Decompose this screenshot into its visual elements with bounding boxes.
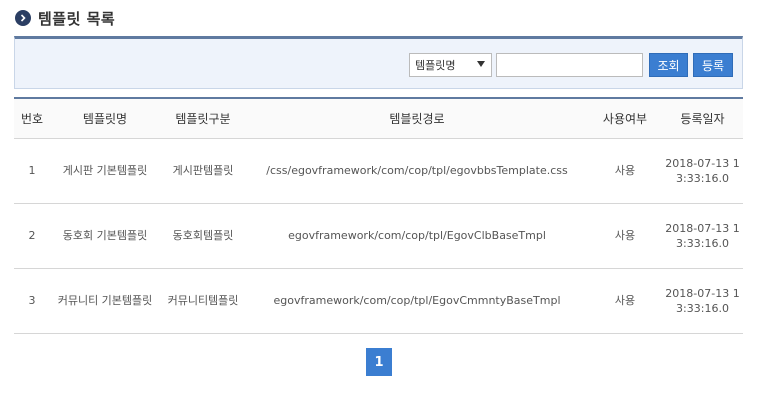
- cell-type: 커뮤니티템플릿: [160, 268, 246, 334]
- search-keyword-input[interactable]: [496, 53, 643, 77]
- cell-path: egovframework/com/cop/tpl/EgovClbBaseTmp…: [246, 203, 588, 269]
- search-panel: 템플릿명 조회 등록: [14, 36, 743, 89]
- cell-name[interactable]: 게시판 기본템플릿: [50, 138, 160, 204]
- cell-date: 2018-07-13 13:33:16.0: [662, 203, 743, 269]
- column-header-type: 템플릿구분: [160, 97, 246, 139]
- cell-no: 2: [14, 203, 50, 269]
- search-condition-select[interactable]: 템플릿명: [409, 53, 492, 77]
- cell-no: 1: [14, 138, 50, 204]
- cell-date: 2018-07-13 13:33:16.0: [662, 268, 743, 334]
- column-header-name: 템플릿명: [50, 97, 160, 139]
- cell-use: 사용: [588, 138, 662, 204]
- page-number-current[interactable]: 1: [366, 348, 392, 376]
- page-header: 템플릿 목록: [15, 8, 115, 28]
- table-row[interactable]: 1 게시판 기본템플릿 게시판템플릿 /css/egovframework/co…: [14, 138, 743, 204]
- chevron-down-icon: [477, 61, 485, 67]
- template-table: 번호 템플릿명 템플릿구분 템블릿경로 사용여부 등록일자 1 게시판 기본템플…: [14, 97, 743, 334]
- cell-path: egovframework/com/cop/tpl/EgovCmmntyBase…: [246, 268, 588, 334]
- cell-use: 사용: [588, 203, 662, 269]
- cell-name[interactable]: 커뮤니티 기본템플릿: [50, 268, 160, 334]
- cell-path: /css/egovframework/com/cop/tpl/egovbbsTe…: [246, 138, 588, 204]
- column-header-date: 등록일자: [662, 97, 743, 139]
- search-button[interactable]: 조회: [649, 53, 688, 77]
- column-header-no: 번호: [14, 97, 50, 139]
- cell-no: 3: [14, 268, 50, 334]
- table-row[interactable]: 2 동호회 기본템플릿 동호회템플릿 egovframework/com/cop…: [14, 203, 743, 269]
- register-button[interactable]: 등록: [693, 53, 733, 77]
- cell-type: 게시판템플릿: [160, 138, 246, 204]
- column-header-use: 사용여부: [588, 97, 662, 139]
- cell-name[interactable]: 동호회 기본템플릿: [50, 203, 160, 269]
- chevron-right-circle-icon: [15, 10, 31, 26]
- cell-use: 사용: [588, 268, 662, 334]
- search-condition-value: 템플릿명: [415, 59, 456, 72]
- table-row[interactable]: 3 커뮤니티 기본템플릿 커뮤니티템플릿 egovframework/com/c…: [14, 268, 743, 334]
- cell-date: 2018-07-13 13:33:16.0: [662, 138, 743, 204]
- cell-type: 동호회템플릿: [160, 203, 246, 269]
- column-header-path: 템블릿경로: [246, 97, 588, 139]
- page-title: 템플릿 목록: [38, 9, 116, 28]
- table-header-row: 번호 템플릿명 템플릿구분 템블릿경로 사용여부 등록일자: [14, 97, 743, 139]
